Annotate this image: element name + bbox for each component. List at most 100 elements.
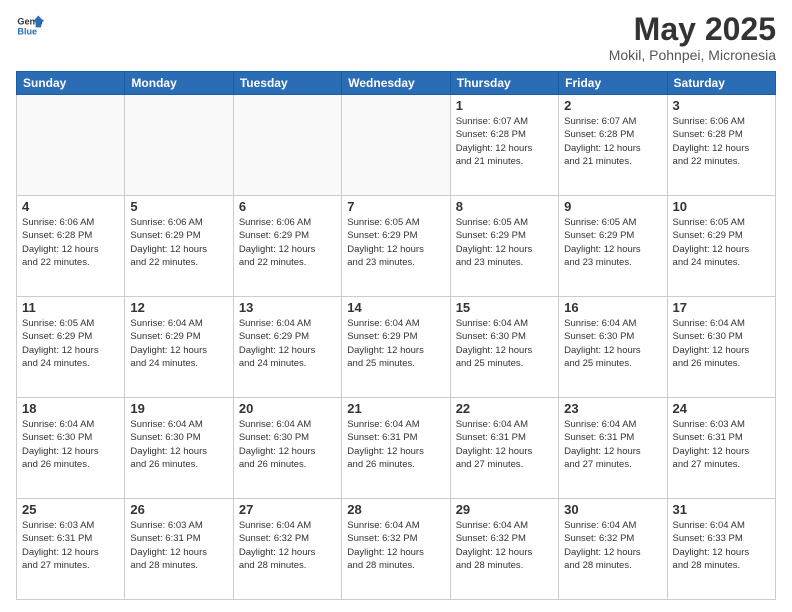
calendar-day-cell: 10Sunrise: 6:05 AM Sunset: 6:29 PM Dayli…: [667, 196, 775, 297]
calendar-week-row: 18 Sunrise: 6:04 AM Sunset: 6:30 PM Dayli…: [17, 398, 776, 499]
day-number: 30: [564, 502, 661, 517]
calendar-day-cell: [125, 95, 233, 196]
day-number: 16: [564, 300, 661, 315]
day-info: Sunrise: 6:04 AM Sunset: 6:30 PM Dayligh…: [673, 317, 770, 370]
day-number: 10: [673, 199, 770, 214]
calendar-day-cell: 29 Sunrise: 6:04 AM Sunset: 6:32 PM Dayli…: [450, 499, 558, 600]
day-info: Sunrise: 6:04 AM Sunset: 6:31 PM Dayligh…: [347, 418, 444, 471]
header: General Blue May 2025 Mokil, Pohnpei, Mi…: [16, 12, 776, 63]
day-number: 26: [130, 502, 227, 517]
day-info: Sunrise: 6:04 AM Sunset: 6:33 PM Dayligh…: [673, 519, 770, 572]
day-number: 12: [130, 300, 227, 315]
day-number: 1: [456, 98, 553, 113]
day-number: 22: [456, 401, 553, 416]
day-number: 8: [456, 199, 553, 214]
calendar-week-row: 11Sunrise: 6:05 AM Sunset: 6:29 PM Dayli…: [17, 297, 776, 398]
day-number: 7: [347, 199, 444, 214]
day-info: Sunrise: 6:06 AM Sunset: 6:29 PM Dayligh…: [239, 216, 336, 269]
day-number: 11: [22, 300, 119, 315]
calendar-day-cell: 22 Sunrise: 6:04 AM Sunset: 6:31 PM Dayli…: [450, 398, 558, 499]
calendar-day-cell: 21 Sunrise: 6:04 AM Sunset: 6:31 PM Dayli…: [342, 398, 450, 499]
day-info: Sunrise: 6:07 AM Sunset: 6:28 PM Dayligh…: [456, 115, 553, 168]
day-info: Sunrise: 6:04 AM Sunset: 6:31 PM Dayligh…: [456, 418, 553, 471]
calendar-day-cell: 12 Sunrise: 6:04 AM Sunset: 6:29 PM Dayli…: [125, 297, 233, 398]
calendar-day-cell: 13Sunrise: 6:04 AM Sunset: 6:29 PM Dayli…: [233, 297, 341, 398]
calendar-day-cell: [233, 95, 341, 196]
calendar-week-row: 25 Sunrise: 6:03 AM Sunset: 6:31 PM Dayli…: [17, 499, 776, 600]
calendar-day-cell: 2 Sunrise: 6:07 AM Sunset: 6:28 PM Daylig…: [559, 95, 667, 196]
day-info: Sunrise: 6:04 AM Sunset: 6:30 PM Dayligh…: [239, 418, 336, 471]
day-info: Sunrise: 6:04 AM Sunset: 6:32 PM Dayligh…: [456, 519, 553, 572]
day-number: 19: [130, 401, 227, 416]
day-info: Sunrise: 6:04 AM Sunset: 6:29 PM Dayligh…: [239, 317, 336, 370]
calendar-header-row: SundayMondayTuesdayWednesdayThursdayFrid…: [17, 72, 776, 95]
calendar-day-cell: [342, 95, 450, 196]
day-number: 24: [673, 401, 770, 416]
day-number: 29: [456, 502, 553, 517]
day-info: Sunrise: 6:07 AM Sunset: 6:28 PM Dayligh…: [564, 115, 661, 168]
day-number: 27: [239, 502, 336, 517]
day-info: Sunrise: 6:04 AM Sunset: 6:30 PM Dayligh…: [564, 317, 661, 370]
calendar-day-cell: [17, 95, 125, 196]
calendar-day-cell: 18Sunrise: 6:04 AM Sunset: 6:30 PM Dayli…: [17, 398, 125, 499]
calendar-day-cell: 20 Sunrise: 6:04 AM Sunset: 6:30 PM Dayli…: [233, 398, 341, 499]
day-number: 25: [22, 502, 119, 517]
day-info: Sunrise: 6:04 AM Sunset: 6:30 PM Dayligh…: [130, 418, 227, 471]
calendar-day-cell: 17Sunrise: 6:04 AM Sunset: 6:30 PM Dayli…: [667, 297, 775, 398]
logo-icon: General Blue: [16, 12, 44, 40]
day-info: Sunrise: 6:05 AM Sunset: 6:29 PM Dayligh…: [347, 216, 444, 269]
calendar-day-cell: 14 Sunrise: 6:04 AM Sunset: 6:29 PM Dayli…: [342, 297, 450, 398]
calendar-day-cell: 27Sunrise: 6:04 AM Sunset: 6:32 PM Dayli…: [233, 499, 341, 600]
calendar-day-cell: 8Sunrise: 6:05 AM Sunset: 6:29 PM Daylig…: [450, 196, 558, 297]
day-info: Sunrise: 6:04 AM Sunset: 6:29 PM Dayligh…: [347, 317, 444, 370]
day-number: 20: [239, 401, 336, 416]
calendar-table: SundayMondayTuesdayWednesdayThursdayFrid…: [16, 71, 776, 600]
day-info: Sunrise: 6:03 AM Sunset: 6:31 PM Dayligh…: [22, 519, 119, 572]
calendar-day-cell: 1 Sunrise: 6:07 AM Sunset: 6:28 PM Daylig…: [450, 95, 558, 196]
day-number: 31: [673, 502, 770, 517]
calendar-day-cell: 30Sunrise: 6:04 AM Sunset: 6:32 PM Dayli…: [559, 499, 667, 600]
calendar-day-cell: 15 Sunrise: 6:04 AM Sunset: 6:30 PM Dayli…: [450, 297, 558, 398]
calendar-day-cell: 4Sunrise: 6:06 AM Sunset: 6:28 PM Daylig…: [17, 196, 125, 297]
day-info: Sunrise: 6:03 AM Sunset: 6:31 PM Dayligh…: [673, 418, 770, 471]
calendar-day-cell: 28Sunrise: 6:04 AM Sunset: 6:32 PM Dayli…: [342, 499, 450, 600]
day-number: 21: [347, 401, 444, 416]
svg-text:Blue: Blue: [17, 26, 37, 36]
day-info: Sunrise: 6:04 AM Sunset: 6:31 PM Dayligh…: [564, 418, 661, 471]
day-number: 28: [347, 502, 444, 517]
page: General Blue May 2025 Mokil, Pohnpei, Mi…: [0, 0, 792, 612]
calendar-week-row: 4Sunrise: 6:06 AM Sunset: 6:28 PM Daylig…: [17, 196, 776, 297]
day-number: 18: [22, 401, 119, 416]
day-info: Sunrise: 6:05 AM Sunset: 6:29 PM Dayligh…: [564, 216, 661, 269]
calendar-day-cell: 9 Sunrise: 6:05 AM Sunset: 6:29 PM Daylig…: [559, 196, 667, 297]
calendar-day-cell: 26 Sunrise: 6:03 AM Sunset: 6:31 PM Dayli…: [125, 499, 233, 600]
day-info: Sunrise: 6:06 AM Sunset: 6:29 PM Dayligh…: [130, 216, 227, 269]
calendar-day-cell: 3Sunrise: 6:06 AM Sunset: 6:28 PM Daylig…: [667, 95, 775, 196]
day-number: 9: [564, 199, 661, 214]
day-number: 3: [673, 98, 770, 113]
day-info: Sunrise: 6:03 AM Sunset: 6:31 PM Dayligh…: [130, 519, 227, 572]
day-info: Sunrise: 6:04 AM Sunset: 6:29 PM Dayligh…: [130, 317, 227, 370]
calendar-day-cell: 24 Sunrise: 6:03 AM Sunset: 6:31 PM Dayli…: [667, 398, 775, 499]
calendar-weekday-header: Friday: [559, 72, 667, 95]
calendar-weekday-header: Wednesday: [342, 72, 450, 95]
calendar-day-cell: 23 Sunrise: 6:04 AM Sunset: 6:31 PM Dayli…: [559, 398, 667, 499]
calendar-weekday-header: Thursday: [450, 72, 558, 95]
calendar-day-cell: 11Sunrise: 6:05 AM Sunset: 6:29 PM Dayli…: [17, 297, 125, 398]
month-title: May 2025: [609, 12, 776, 47]
calendar-day-cell: 7 Sunrise: 6:05 AM Sunset: 6:29 PM Daylig…: [342, 196, 450, 297]
day-info: Sunrise: 6:04 AM Sunset: 6:30 PM Dayligh…: [456, 317, 553, 370]
calendar-day-cell: 16 Sunrise: 6:04 AM Sunset: 6:30 PM Dayli…: [559, 297, 667, 398]
day-number: 15: [456, 300, 553, 315]
logo: General Blue: [16, 12, 44, 40]
calendar-day-cell: 19 Sunrise: 6:04 AM Sunset: 6:30 PM Dayli…: [125, 398, 233, 499]
calendar-day-cell: 31 Sunrise: 6:04 AM Sunset: 6:33 PM Dayli…: [667, 499, 775, 600]
day-number: 14: [347, 300, 444, 315]
day-number: 4: [22, 199, 119, 214]
calendar-weekday-header: Sunday: [17, 72, 125, 95]
calendar-weekday-header: Saturday: [667, 72, 775, 95]
day-number: 23: [564, 401, 661, 416]
calendar-week-row: 1 Sunrise: 6:07 AM Sunset: 6:28 PM Daylig…: [17, 95, 776, 196]
day-number: 2: [564, 98, 661, 113]
calendar-day-cell: 5Sunrise: 6:06 AM Sunset: 6:29 PM Daylig…: [125, 196, 233, 297]
